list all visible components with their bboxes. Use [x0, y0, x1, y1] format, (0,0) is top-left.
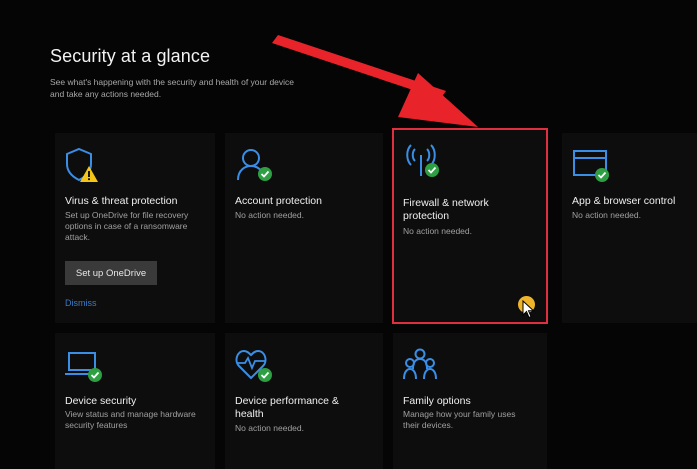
heart-pulse-check-icon — [235, 347, 273, 383]
tile-description: View status and manage hardware security… — [65, 409, 196, 430]
tile-description: Set up OneDrive for file recovery option… — [65, 210, 189, 242]
laptop-check-icon — [65, 347, 103, 383]
tile-description: No action needed. — [572, 210, 641, 220]
tile-title: Device performance & health — [235, 395, 339, 420]
tile-title: Account protection — [235, 195, 322, 207]
browser-window-check-icon — [572, 147, 610, 183]
shield-warning-icon — [65, 147, 103, 183]
tile-description: Manage how your family uses their device… — [403, 409, 516, 430]
account-check-icon — [235, 147, 273, 183]
mouse-pointer-icon — [522, 300, 535, 319]
setup-onedrive-button[interactable]: Set up OneDrive — [65, 261, 157, 285]
page-title: Security at a glance — [50, 46, 211, 66]
dismiss-link[interactable]: Dismiss — [65, 298, 97, 308]
red-arrow-annotation — [272, 35, 478, 127]
tile-description: No action needed. — [235, 423, 304, 433]
tile-title: App & browser control — [572, 195, 676, 207]
tile-account-protection[interactable]: Account protection No action needed. — [225, 133, 383, 323]
highlight-box — [392, 128, 548, 324]
tile-title: Virus & threat protection — [65, 195, 178, 207]
tile-device-performance-health[interactable]: Device performance & health No action ne… — [225, 333, 383, 469]
tile-device-security[interactable]: Device security View status and manage h… — [55, 333, 215, 469]
family-icon — [403, 347, 441, 383]
tile-title: Family options — [403, 395, 471, 407]
tile-app-browser-control[interactable]: App & browser control No action needed. — [562, 133, 697, 323]
tile-virus-threat-protection[interactable]: Virus & threat protection Set up OneDriv… — [55, 133, 215, 323]
tile-family-options[interactable]: Family options Manage how your family us… — [393, 333, 547, 469]
tile-description: No action needed. — [235, 210, 304, 220]
tile-title: Device security — [65, 395, 137, 407]
